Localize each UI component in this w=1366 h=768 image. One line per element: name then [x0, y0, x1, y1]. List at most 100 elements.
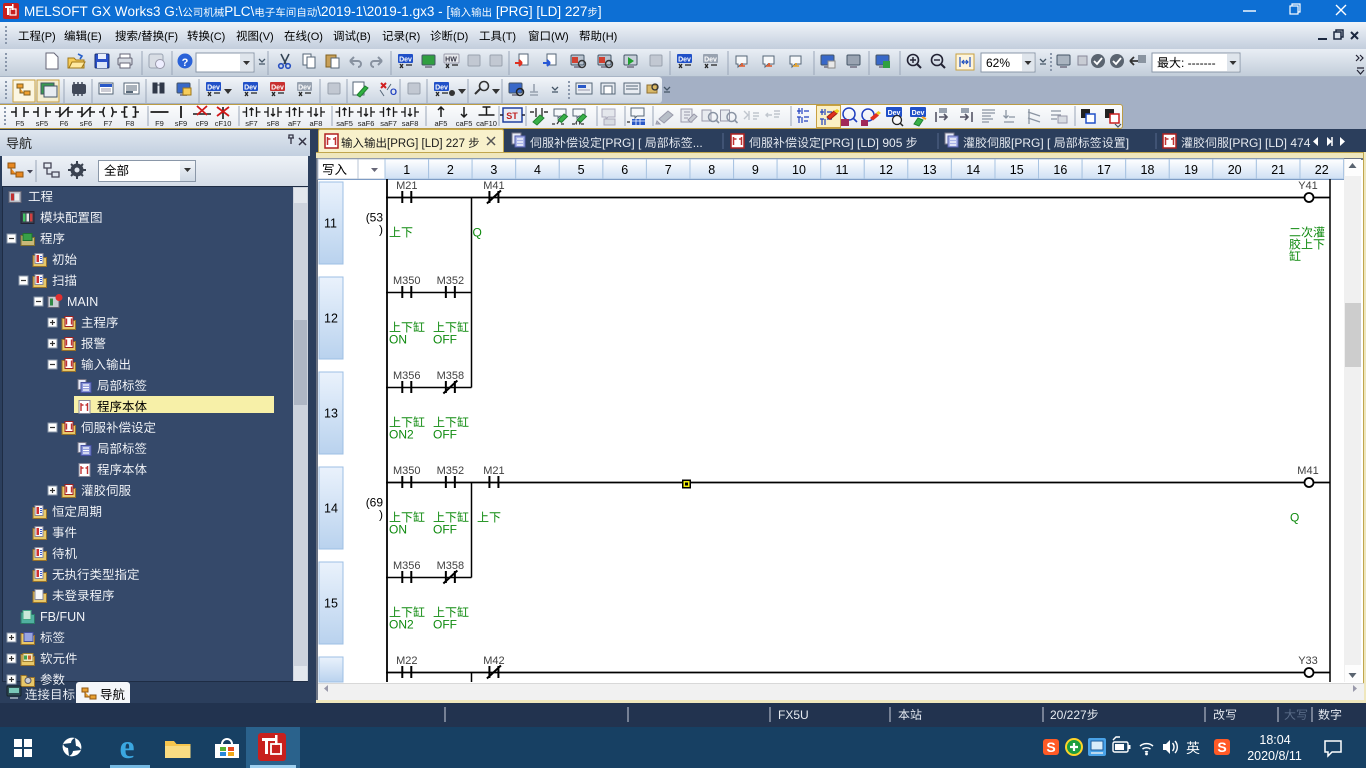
- svg-text:S: S: [1046, 739, 1055, 755]
- svg-text:ON2: ON2: [389, 618, 414, 632]
- svg-text:21: 21: [1271, 163, 1285, 177]
- svg-text:FX5U: FX5U: [778, 708, 809, 722]
- svg-text:14: 14: [966, 163, 980, 177]
- svg-text:7: 7: [580, 4, 588, 19]
- svg-text:cF10: cF10: [215, 119, 232, 128]
- svg-text:11: 11: [324, 217, 337, 231]
- svg-text:OFF: OFF: [433, 428, 457, 442]
- svg-text:MAIN: MAIN: [67, 295, 98, 309]
- svg-text:5: 5: [578, 163, 585, 177]
- svg-text:ON: ON: [389, 523, 407, 537]
- svg-text:15: 15: [1010, 163, 1024, 177]
- svg-text:12: 12: [324, 312, 338, 326]
- svg-text:]: ]: [557, 4, 561, 19]
- svg-text:saF8: saF8: [402, 119, 419, 128]
- svg-text:D: D: [457, 31, 465, 43]
- svg-text:): ): [565, 31, 569, 43]
- svg-text:M350: M350: [393, 275, 421, 287]
- svg-text:Dev: Dev: [678, 57, 691, 64]
- svg-text:aF5: aF5: [435, 119, 448, 128]
- svg-text:M21: M21: [396, 180, 417, 192]
- svg-text:P: P: [224, 4, 233, 19]
- svg-text:2: 2: [321, 4, 329, 19]
- svg-text:2: 2: [367, 4, 375, 19]
- svg-text:62%: 62%: [986, 56, 1010, 70]
- svg-text:): ): [379, 223, 383, 237]
- svg-text:[PRG] [: [PRG] [: [1011, 136, 1051, 150]
- svg-text:aF8: aF8: [310, 119, 323, 128]
- svg-text:H: H: [606, 31, 614, 43]
- svg-text:Dev: Dev: [435, 85, 448, 92]
- svg-text:O: O: [390, 87, 397, 97]
- svg-text:M356: M356: [393, 560, 421, 572]
- svg-text:18:04: 18:04: [1259, 733, 1290, 747]
- svg-text:1: 1: [382, 4, 390, 19]
- svg-text:): ): [222, 31, 226, 43]
- svg-text:Dev: Dev: [271, 85, 284, 92]
- svg-text:F8: F8: [126, 119, 135, 128]
- svg-text:OFF: OFF: [433, 333, 457, 347]
- svg-text:E: E: [91, 31, 98, 43]
- svg-text:9: 9: [752, 163, 759, 177]
- svg-text:2: 2: [572, 4, 580, 19]
- svg-text:aF7: aF7: [288, 119, 301, 128]
- svg-text:M350: M350: [393, 465, 421, 477]
- svg-text:19: 19: [1184, 163, 1198, 177]
- svg-text:G: G: [92, 4, 103, 19]
- svg-text:Dev: Dev: [298, 85, 311, 92]
- svg-text:8: 8: [708, 163, 715, 177]
- svg-text:1: 1: [403, 163, 410, 177]
- svg-text:]: ]: [1126, 136, 1129, 150]
- svg-text:2: 2: [565, 4, 573, 19]
- svg-text:16: 16: [1053, 163, 1067, 177]
- svg-text:]: ]: [598, 4, 602, 19]
- svg-text:?: ?: [182, 57, 189, 69]
- svg-text:X: X: [102, 4, 111, 19]
- svg-text:F: F: [71, 4, 79, 19]
- svg-text:M356: M356: [393, 370, 421, 382]
- svg-text:R: R: [409, 31, 417, 43]
- svg-text:-: -: [438, 4, 443, 19]
- svg-text:: -------: : -------: [1181, 56, 1216, 70]
- svg-text:C: C: [214, 31, 222, 43]
- svg-text:): ): [367, 31, 371, 43]
- svg-text:P: P: [45, 31, 52, 43]
- svg-text:22: 22: [1315, 163, 1329, 177]
- svg-text:3: 3: [153, 4, 161, 19]
- svg-text:13: 13: [324, 407, 338, 421]
- svg-text:Y33: Y33: [1298, 655, 1318, 667]
- svg-text:): ): [512, 31, 516, 43]
- svg-text:F9: F9: [155, 119, 164, 128]
- svg-text:M: M: [24, 4, 35, 19]
- svg-text:saF5: saF5: [336, 119, 353, 128]
- svg-text:g: g: [413, 4, 421, 19]
- svg-text:13: 13: [923, 163, 937, 177]
- svg-text:ST: ST: [506, 111, 518, 121]
- svg-text:sF9: sF9: [175, 119, 188, 128]
- svg-text:M22: M22: [396, 655, 417, 667]
- svg-text:caF10: caF10: [476, 119, 497, 128]
- svg-text:9: 9: [389, 4, 397, 19]
- svg-text:OFF: OFF: [433, 523, 457, 537]
- svg-text:M352: M352: [437, 275, 465, 287]
- svg-text:sF6: sF6: [80, 119, 93, 128]
- svg-text:3: 3: [427, 4, 435, 19]
- svg-text:saF6: saF6: [358, 119, 375, 128]
- svg-text:F6: F6: [60, 119, 69, 128]
- svg-text:ON: ON: [389, 333, 407, 347]
- svg-text:M352: M352: [437, 465, 465, 477]
- svg-text:2020/8/11: 2020/8/11: [1247, 749, 1302, 763]
- svg-text:): ): [270, 31, 274, 43]
- svg-text:[: [: [446, 4, 450, 19]
- svg-text:15: 15: [324, 597, 338, 611]
- svg-text:o: o: [128, 4, 136, 19]
- svg-text:W: W: [115, 4, 128, 19]
- svg-text:7: 7: [665, 163, 672, 177]
- svg-text:): ): [319, 31, 323, 43]
- svg-text:Dev: Dev: [912, 110, 925, 117]
- svg-text:M358: M358: [437, 370, 465, 382]
- svg-text:0: 0: [374, 4, 382, 19]
- svg-text:6: 6: [621, 163, 628, 177]
- svg-text:M358: M358: [437, 560, 465, 572]
- svg-text:18: 18: [1141, 163, 1155, 177]
